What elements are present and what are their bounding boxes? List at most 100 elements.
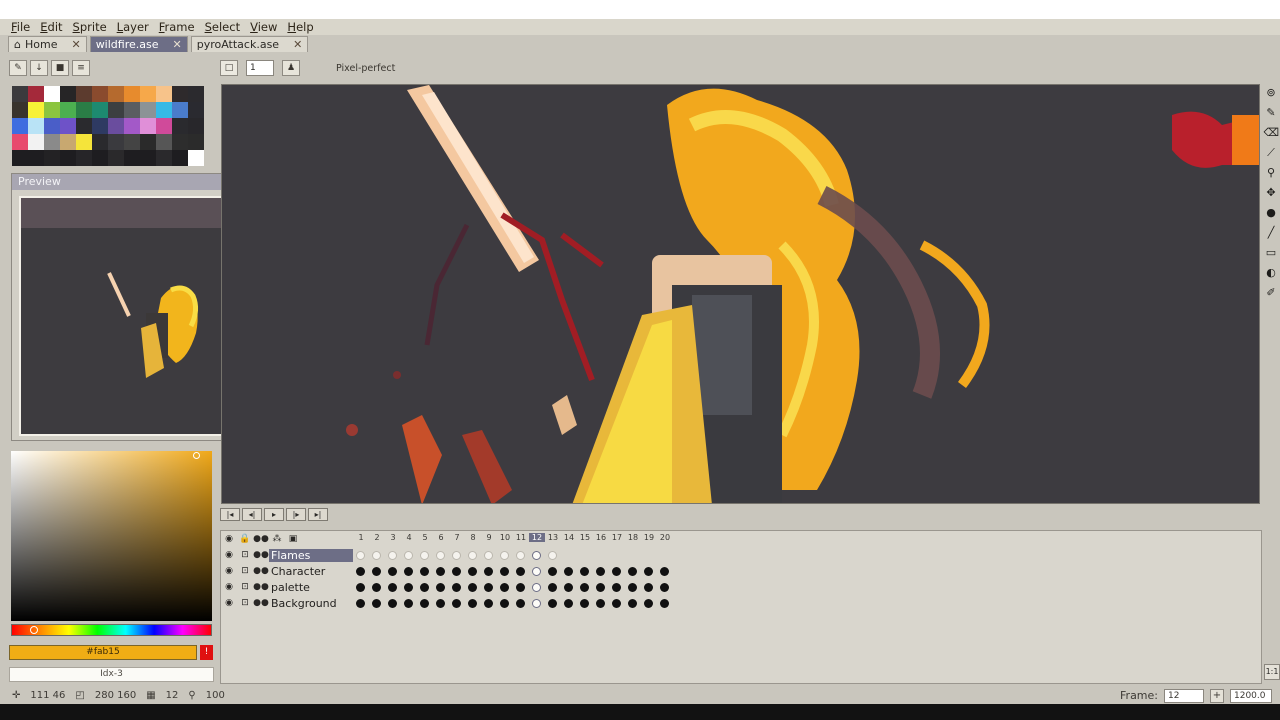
timeline-cel[interactable] <box>436 599 445 608</box>
lock-icon[interactable]: ⊡ <box>237 582 253 592</box>
timeline-cel[interactable] <box>388 567 397 576</box>
timeline-cel[interactable] <box>660 599 669 608</box>
close-icon[interactable]: ✕ <box>173 38 182 51</box>
timeline-cel[interactable] <box>356 551 365 560</box>
palette-swatch[interactable] <box>156 86 172 102</box>
close-icon[interactable]: ✕ <box>71 38 80 51</box>
menu-select[interactable]: Select <box>200 20 246 34</box>
frame-number[interactable]: 3 <box>385 533 401 542</box>
tab-wildfire[interactable]: wildfire.ase ✕ <box>89 36 188 52</box>
palette-swatch[interactable] <box>188 102 204 118</box>
timeline-cel[interactable] <box>452 599 461 608</box>
lasso-icon[interactable]: ⊚ <box>1264 84 1279 101</box>
pixel-perfect-label[interactable]: Pixel-perfect <box>336 63 395 74</box>
timeline-cel[interactable] <box>628 599 637 608</box>
frame-number[interactable]: 1 <box>353 533 369 542</box>
frame-number[interactable]: 7 <box>449 533 465 542</box>
timeline-cel[interactable] <box>596 567 605 576</box>
picker-cursor[interactable] <box>193 452 200 459</box>
blur-icon[interactable]: ✐ <box>1264 284 1279 301</box>
brush-shape-icon[interactable]: □ <box>220 60 238 76</box>
play-icon[interactable]: ▸ <box>264 508 284 521</box>
timeline-cel[interactable] <box>628 583 637 592</box>
timeline-cel[interactable] <box>500 583 509 592</box>
lock-icon[interactable]: ⊡ <box>237 598 253 608</box>
timeline-cel[interactable] <box>388 551 397 560</box>
layer-row-background[interactable]: ◉ ⊡ ●● Background <box>221 595 353 611</box>
timeline-cel[interactable] <box>356 583 365 592</box>
frame-number[interactable]: 19 <box>641 533 657 542</box>
tab-home[interactable]: ⌂ Home ✕ <box>8 36 87 52</box>
menu-view[interactable]: View <box>245 20 282 34</box>
timeline-cel[interactable] <box>564 599 573 608</box>
square-icon[interactable]: ■ <box>51 60 69 76</box>
lock-icon[interactable]: 🔒 <box>237 534 253 544</box>
timeline-cel[interactable] <box>372 551 381 560</box>
timeline-cel[interactable] <box>660 583 669 592</box>
palette-swatch[interactable] <box>60 102 76 118</box>
palette-swatch[interactable] <box>172 150 188 166</box>
menu-frame[interactable]: Frame <box>154 20 200 34</box>
palette-swatch[interactable] <box>92 150 108 166</box>
frame-number[interactable]: 6 <box>433 533 449 542</box>
warning-icon[interactable]: ! <box>200 645 213 660</box>
palette-swatch[interactable] <box>124 150 140 166</box>
palette-swatch[interactable] <box>44 134 60 150</box>
palette-swatch[interactable] <box>76 102 92 118</box>
palette-swatch[interactable] <box>156 134 172 150</box>
timeline-cel[interactable] <box>372 599 381 608</box>
palette-swatch[interactable] <box>108 118 124 134</box>
sprite-canvas[interactable] <box>221 84 1260 504</box>
timeline-cel[interactable] <box>404 599 413 608</box>
timeline-cel[interactable] <box>532 551 541 560</box>
timeline-cel[interactable] <box>420 567 429 576</box>
timeline-cel[interactable] <box>516 583 525 592</box>
timeline-cel[interactable] <box>644 583 653 592</box>
timeline-cel[interactable] <box>388 583 397 592</box>
frame-duration-input[interactable]: 1200.0 <box>1230 688 1272 703</box>
menu-help[interactable]: Help <box>282 20 318 34</box>
palette-swatch[interactable] <box>12 102 28 118</box>
arrow-down-icon[interactable]: ↓ <box>30 60 48 76</box>
timeline-cel[interactable] <box>404 551 413 560</box>
menu-sprite[interactable]: Sprite <box>68 20 112 34</box>
frame-input[interactable]: 12 <box>1164 688 1204 703</box>
menu-edit[interactable]: Edit <box>35 20 67 34</box>
pencil-icon[interactable]: ✎ <box>9 60 27 76</box>
zoom-icon[interactable]: ⚲ <box>1264 164 1279 181</box>
timeline-cel[interactable] <box>532 567 541 576</box>
palette-swatch[interactable] <box>172 102 188 118</box>
palette-swatch[interactable] <box>156 102 172 118</box>
palette-swatch[interactable] <box>12 150 28 166</box>
timeline-cel[interactable] <box>564 567 573 576</box>
timeline-cel[interactable] <box>420 599 429 608</box>
palette-swatch[interactable] <box>44 86 60 102</box>
menu-icon[interactable]: ≡ <box>72 60 90 76</box>
palette-swatch[interactable] <box>12 134 28 150</box>
layer-name[interactable]: Character <box>269 565 353 578</box>
palette-swatch[interactable] <box>60 118 76 134</box>
timeline-cel[interactable] <box>532 583 541 592</box>
lock-icon[interactable]: ⊡ <box>237 550 253 560</box>
timeline-cel[interactable] <box>484 583 493 592</box>
palette-swatch[interactable] <box>44 118 60 134</box>
timeline-cel[interactable] <box>452 583 461 592</box>
timeline-cel[interactable] <box>484 599 493 608</box>
last-frame-icon[interactable]: ▸| <box>308 508 328 521</box>
palette-swatch[interactable] <box>140 86 156 102</box>
timeline-cel[interactable] <box>372 567 381 576</box>
timeline-cel[interactable] <box>484 567 493 576</box>
palette-swatch[interactable] <box>60 150 76 166</box>
timeline-cel[interactable] <box>468 599 477 608</box>
timeline-cel[interactable] <box>516 567 525 576</box>
palette-swatch[interactable] <box>44 102 60 118</box>
palette-swatch[interactable] <box>108 102 124 118</box>
first-frame-icon[interactable]: |◂ <box>220 508 240 521</box>
eye-icon[interactable]: ◉ <box>221 550 237 560</box>
next-frame-icon[interactable]: |▸ <box>286 508 306 521</box>
close-icon[interactable]: ✕ <box>293 38 302 51</box>
pencil-icon[interactable]: ✎ <box>1264 104 1279 121</box>
frame-number[interactable]: 5 <box>417 533 433 542</box>
zoom-fit-button[interactable]: 1:1 <box>1264 664 1280 680</box>
prev-frame-icon[interactable]: ◂| <box>242 508 262 521</box>
